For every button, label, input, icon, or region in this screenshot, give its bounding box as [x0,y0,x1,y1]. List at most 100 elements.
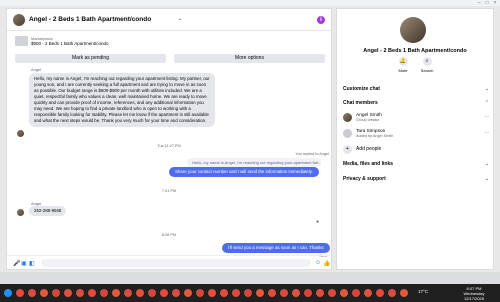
chat-profile-avatar[interactable] [400,17,426,43]
desktop-background [0,272,500,284]
app-icon[interactable] [340,289,348,297]
more-icon[interactable]: ⋯ [484,130,489,136]
app-icon[interactable] [316,289,324,297]
more-icon[interactable]: ⋯ [484,114,489,120]
chevron-down-icon: ⌄ [484,176,489,182]
app-icon[interactable] [208,289,216,297]
app-icon[interactable] [400,289,408,297]
add-person-icon: + [343,145,352,154]
microphone-icon[interactable]: 🎤 [13,260,20,267]
app-icon[interactable] [40,289,48,297]
outgoing-message[interactable]: Share your contact number and I will sen… [169,167,319,177]
app-icon[interactable] [148,289,156,297]
app-icon[interactable] [124,289,132,297]
app-icon[interactable] [52,289,60,297]
like-icon[interactable]: 👍 [323,260,330,267]
search-button[interactable]: ⌕ Search [417,57,437,73]
app-icon[interactable] [100,289,108,297]
app-icon[interactable] [268,289,276,297]
more-options-button[interactable]: More options [174,54,325,63]
bell-icon: 🔔 [398,57,408,66]
quoted-message[interactable]: Hello, my name is Angel, I'm reaching ou… [187,158,321,167]
chevron-up-icon: ⌃ [484,100,489,106]
chevron-down-icon[interactable]: ⌄ [178,16,182,22]
search-label: Search [420,68,434,73]
app-icon[interactable] [352,289,360,297]
member-avatar [343,113,352,122]
seen-avatar-icon: ● [316,219,320,225]
app-icon[interactable] [376,289,384,297]
search-icon: ⌕ [422,57,432,66]
customize-chat-section[interactable]: Customize chat ⌄ [343,86,489,92]
taskbar: 17°C 8:07 PM Wednesday 12/17/2025 [0,284,500,302]
app-icon[interactable] [172,289,180,297]
gif-icon[interactable]: ◧ [29,260,35,267]
chat-title[interactable]: Angel - 2 Beds 1 Bath Apartment/condo [29,16,151,23]
message-input[interactable] [41,259,311,267]
start-icon[interactable] [4,289,12,297]
app-icon[interactable] [28,289,36,297]
app-icon[interactable] [136,289,144,297]
app-icon[interactable] [76,289,84,297]
info-icon[interactable]: i [317,16,325,24]
app-icon[interactable] [16,289,24,297]
app-icon[interactable] [256,289,264,297]
mark-pending-button[interactable]: Mark as pending [15,54,166,63]
app-icon[interactable] [364,289,372,297]
chevron-down-icon: ⌄ [484,161,489,167]
weather-widget[interactable]: 17°C [418,289,428,294]
app-icon[interactable] [328,289,336,297]
mute-button[interactable]: 🔔 Mute [393,57,413,73]
app-icon[interactable] [160,289,168,297]
close-icon[interactable]: × [492,0,498,6]
maximize-icon[interactable]: □ [484,0,490,6]
chat-avatar[interactable] [13,14,25,26]
app-icon[interactable] [184,289,192,297]
member-role: Group creator [356,118,380,122]
chat-panel: Angel - 2 Beds 1 Bath Apartment/condo ⌄ … [6,8,332,270]
outgoing-message[interactable]: I'll send you a message as soon as I can… [222,243,330,253]
replied-label: You replied to Angel [295,152,329,156]
timestamp: 8:06 PM [161,233,177,237]
app-icon[interactable] [388,289,396,297]
member-item[interactable]: Tara Simpson Added by Angel Smith ⋯ [343,128,489,140]
app-icon[interactable] [112,289,120,297]
app-icon[interactable] [64,289,72,297]
member-item[interactable]: Angel Smith Group creator ⋯ [343,112,489,124]
window-titlebar: – □ × [0,0,500,6]
image-icon[interactable]: ▣ [21,260,27,267]
emoji-icon[interactable]: ☺ [315,260,321,266]
app-icon[interactable] [280,289,288,297]
sender-avatar[interactable] [17,209,24,216]
system-clock[interactable]: 8:07 PM Wednesday 12/17/2025 [462,286,486,301]
marketplace-banner: Marketplace $900 · 2 Beds 1 Bath Apartme… [7,32,331,65]
member-role: Added by Angel Smith [356,134,394,138]
app-icon[interactable] [304,289,312,297]
chat-profile-name: Angel - 2 Beds 1 Bath Apartment/condo [363,48,467,54]
app-icon[interactable] [244,289,252,297]
privacy-support-section[interactable]: Privacy & support ⌄ [343,176,489,182]
section-label: Customize chat [343,86,380,92]
app-icon[interactable] [88,289,96,297]
chat-members-section[interactable]: Chat members ⌃ [343,100,489,106]
sender-name: Angel [31,67,42,72]
minimize-icon[interactable]: – [476,0,482,6]
message-list: Angel Hello, my name is Angel, I'm reach… [7,65,331,258]
listing-description[interactable]: $900 · 2 Beds 1 Bath Apartment/condo [31,41,109,46]
listing-thumbnail[interactable] [15,36,28,46]
mute-label: Mute [398,68,408,73]
app-icon[interactable] [292,289,300,297]
incoming-message[interactable]: 252-288-9568 [29,206,67,216]
media-files-section[interactable]: Media, files and links ⌄ [343,161,489,167]
app-icon[interactable] [220,289,228,297]
section-label: Media, files and links [343,161,394,167]
add-people-button[interactable]: + Add people [343,145,381,154]
app-icon[interactable] [232,289,240,297]
add-people-label: Add people [356,146,382,152]
member-avatar [343,129,352,138]
incoming-message[interactable]: Hello, my name is Angel, I'm reaching ou… [29,73,215,127]
timestamp: Tue 11:27 PM [157,144,181,148]
chat-header: Angel - 2 Beds 1 Bath Apartment/condo ⌄ … [7,9,331,31]
sender-avatar[interactable] [17,130,24,137]
app-icon[interactable] [196,289,204,297]
